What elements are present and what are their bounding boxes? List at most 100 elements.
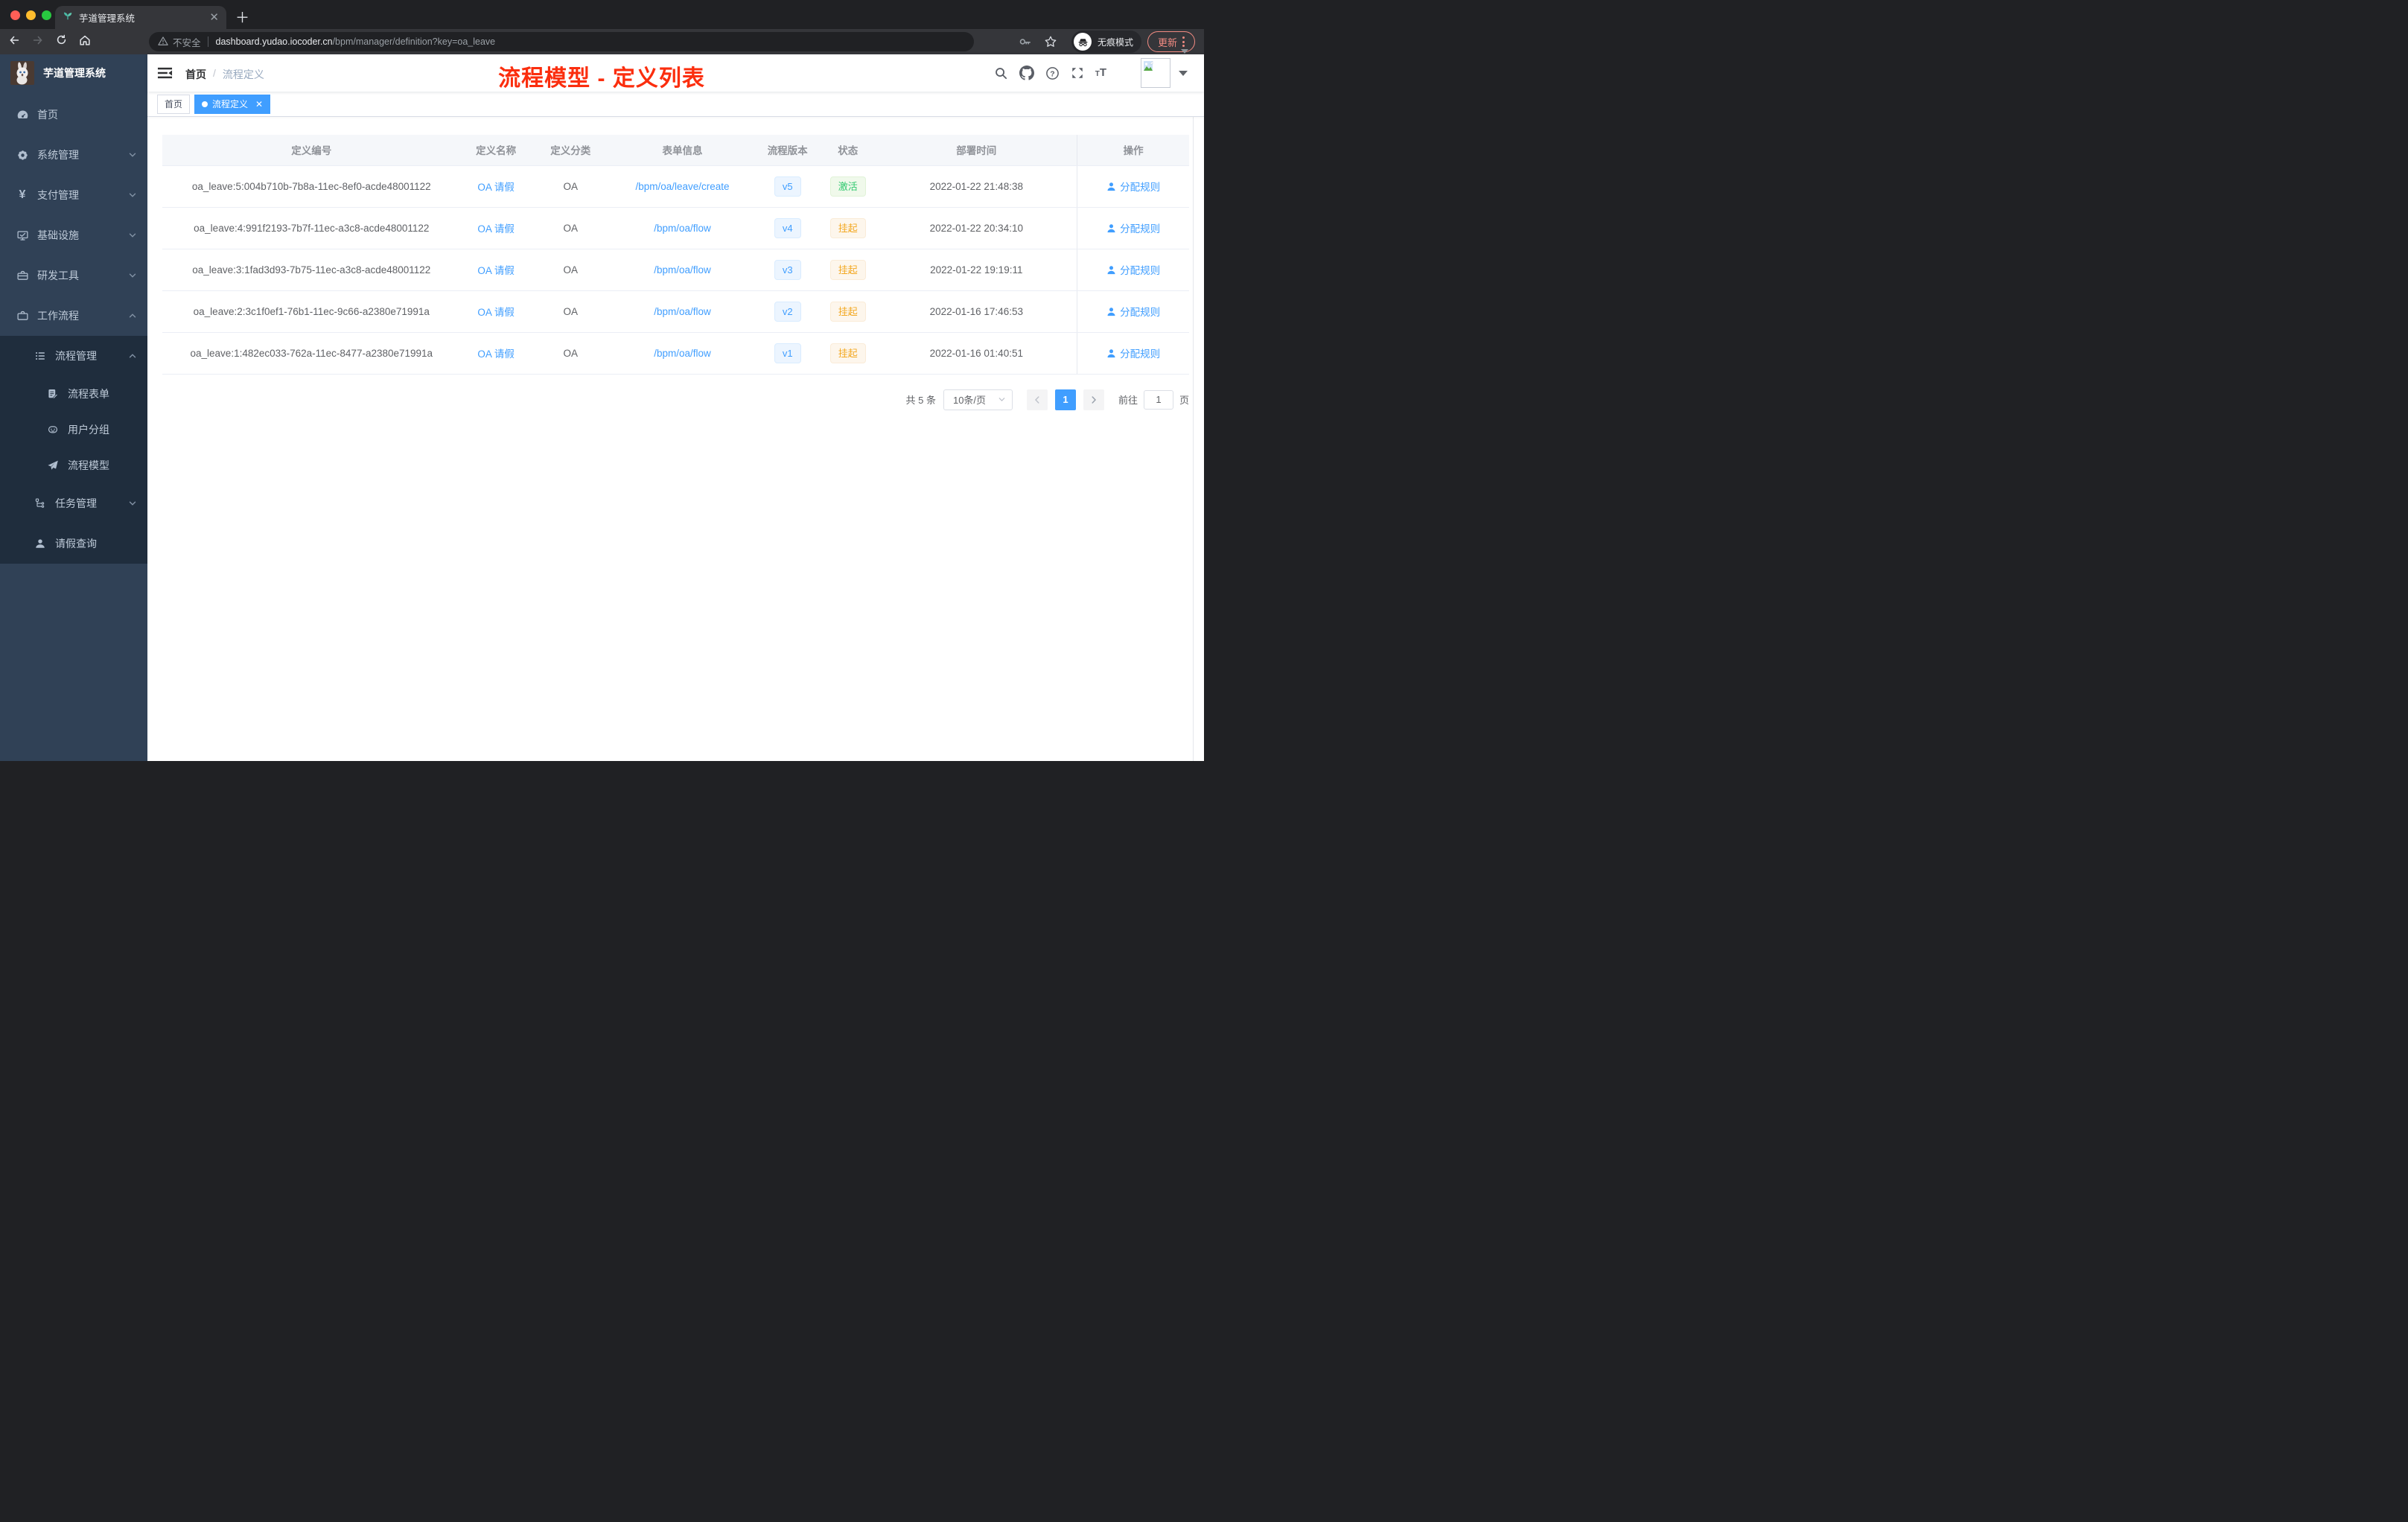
update-label: 更新 [1157, 36, 1177, 48]
assign-rule-button[interactable]: 分配规则 [1106, 346, 1160, 360]
chrome-dropdown-caret-icon[interactable] [1181, 49, 1188, 54]
pagination-total: 共 5 条 [905, 395, 936, 406]
assign-rule-button[interactable]: 分配规则 [1106, 220, 1160, 235]
assign-rule-button[interactable]: 分配规则 [1106, 262, 1160, 277]
assign-rule-button[interactable]: 分配规则 [1106, 179, 1160, 194]
sidebar-collapse-icon[interactable] [157, 66, 173, 84]
paper-plane-icon [45, 459, 60, 471]
bookmark-star-icon[interactable] [1044, 35, 1057, 52]
col-definition-name: 定义名称 [460, 135, 532, 166]
passwords-key-icon[interactable] [1019, 35, 1032, 52]
deploy-time: 2022-01-22 20:34:10 [876, 207, 1077, 249]
next-page-button[interactable] [1083, 389, 1104, 410]
page-size-select[interactable]: 10条/页 [943, 389, 1013, 410]
status-badge: 挂起 [829, 259, 866, 280]
sidebar-item-infrastructure[interactable]: 基础设施 [0, 215, 147, 255]
form-link[interactable]: /bpm/oa/leave/create [635, 181, 729, 192]
breadcrumb: 首页 / 流程定义 [185, 67, 264, 82]
forward-button[interactable] [31, 34, 45, 51]
fullscreen-window-button[interactable] [42, 10, 51, 20]
definition-name-link[interactable]: OA 请假 [477, 223, 515, 235]
tag-close-icon[interactable]: ✕ [255, 100, 263, 109]
reload-button[interactable] [55, 34, 68, 50]
assign-rule-label: 分配规则 [1120, 182, 1161, 193]
list-icon [33, 350, 48, 362]
version-badge: v1 [774, 343, 801, 363]
breadcrumb-home[interactable]: 首页 [185, 67, 206, 82]
assign-rule-button[interactable]: 分配规则 [1106, 304, 1160, 319]
back-button[interactable] [7, 34, 21, 51]
definition-name-link[interactable]: OA 请假 [477, 307, 515, 318]
definition-id: oa_leave:2:3c1f0ef1-76b1-11ec-9c66-a2380… [162, 290, 461, 333]
chevron-up-icon [128, 311, 137, 320]
definition-name-link[interactable]: OA 请假 [477, 348, 515, 360]
form-link[interactable]: /bpm/oa/flow [654, 223, 711, 234]
new-tab-button[interactable]: ＋ [235, 7, 249, 27]
gear-icon [15, 149, 30, 162]
prev-page-button[interactable] [1026, 389, 1048, 410]
col-process-version: 流程版本 [755, 135, 821, 166]
sidebar-item-payment[interactable]: ¥ 支付管理 [0, 175, 147, 215]
table-row: oa_leave:2:3c1f0ef1-76b1-11ec-9c66-a2380… [162, 290, 1189, 333]
table-header-row: 定义编号 定义名称 定义分类 表单信息 流程版本 状态 部署时间 操作 [162, 135, 1189, 166]
github-icon[interactable] [1019, 66, 1034, 80]
home-button[interactable] [78, 34, 92, 51]
definition-id: oa_leave:3:1fad3d93-7b75-11ec-a3c8-acde4… [162, 249, 461, 291]
security-warning-icon[interactable] [158, 36, 168, 48]
url-domain: dashboard.yudao.iocoder.cn [215, 36, 333, 47]
font-size-icon[interactable]: TT [1095, 66, 1106, 80]
definition-category: OA [531, 290, 610, 333]
scrollbar-rail[interactable] [1193, 54, 1194, 761]
sidebar-item-process-model[interactable]: 流程模型 [0, 448, 147, 483]
sidebar-item-process-management[interactable]: 流程管理 [0, 336, 147, 376]
page-number-button[interactable]: 1 [1054, 389, 1076, 410]
col-actions: 操作 [1077, 135, 1189, 166]
form-link[interactable]: /bpm/oa/flow [654, 264, 711, 276]
avatar-dropdown-caret-icon[interactable] [1179, 70, 1188, 76]
select-caret-icon [998, 398, 1005, 401]
tag-label: 流程定义 [212, 99, 249, 109]
page-unit-label: 页 [1179, 395, 1189, 406]
sidebar-item-system[interactable]: 系统管理 [0, 135, 147, 175]
status-badge: 激活 [829, 176, 866, 197]
definition-name-link[interactable]: OA 请假 [477, 265, 515, 276]
sidebar-logo[interactable]: 芋道管理系统 [0, 54, 147, 92]
goto-page-input[interactable] [1143, 389, 1173, 410]
user-icon [1107, 223, 1115, 232]
assign-rule-label: 分配规则 [1120, 223, 1161, 235]
form-link[interactable]: /bpm/oa/flow [654, 348, 711, 359]
sidebar-item-task-management[interactable]: 任务管理 [0, 483, 147, 523]
chevron-up-icon [128, 351, 137, 360]
user-icon [1107, 265, 1115, 274]
sidebar-item-process-form[interactable]: 流程表单 [0, 376, 147, 412]
browser-menu-icon[interactable] [1182, 36, 1185, 47]
definition-category: OA [531, 207, 610, 249]
definition-category: OA [531, 165, 610, 208]
close-window-button[interactable] [10, 10, 20, 20]
user-avatar[interactable] [1141, 58, 1170, 88]
form-link[interactable]: /bpm/oa/flow [654, 306, 711, 317]
sidebar-item-home[interactable]: 首页 [0, 95, 147, 135]
help-icon[interactable]: ? [1045, 66, 1060, 80]
fullscreen-icon[interactable] [1071, 66, 1084, 80]
page-title-annotation: 流程模型 - 定义列表 [498, 66, 705, 91]
definition-name-link[interactable]: OA 请假 [477, 182, 515, 193]
main-area: 首页 / 流程定义 流程模型 - 定义列表 ? TT 首页 流程定义 ✕ 定义编… [147, 54, 1204, 761]
url-path: /bpm/manager/definition?key=oa_leave [332, 36, 496, 47]
chevron-right-icon [1092, 395, 1097, 404]
sidebar-item-label: 基础设施 [37, 229, 79, 241]
tag-home[interactable]: 首页 [157, 94, 191, 114]
tag-process-definition[interactable]: 流程定义 ✕ [194, 94, 271, 114]
sidebar-item-workflow[interactable]: 工作流程 [0, 296, 147, 336]
sidebar-item-dev-tools[interactable]: 研发工具 [0, 255, 147, 296]
chevron-down-icon [128, 150, 137, 159]
search-icon[interactable] [994, 66, 1008, 80]
sidebar-item-user-group[interactable]: 用户分组 [0, 412, 147, 448]
minimize-window-button[interactable] [26, 10, 36, 20]
security-label[interactable]: 不安全 [173, 35, 201, 49]
tab-close-icon[interactable]: ✕ [209, 12, 219, 23]
sidebar-item-leave-query[interactable]: 请假查询 [0, 523, 147, 564]
sidebar-item-label: 任务管理 [55, 497, 97, 509]
browser-tab[interactable]: 芋道管理系统 ✕ [55, 6, 226, 29]
address-bar[interactable]: 不安全 dashboard.yudao.iocoder.cn/bpm/manag… [149, 32, 974, 51]
